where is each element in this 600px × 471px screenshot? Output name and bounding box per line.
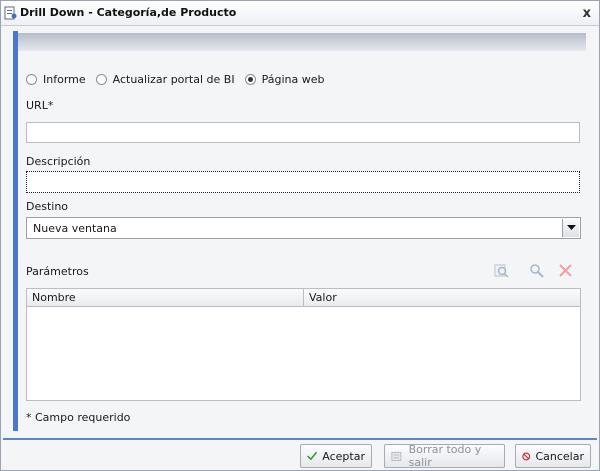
dropdown-arrow-icon[interactable] xyxy=(562,219,579,237)
document-icon xyxy=(4,6,17,20)
column-header-nombre[interactable]: Nombre xyxy=(32,291,76,304)
close-button[interactable]: x xyxy=(583,6,591,21)
radio-label: Informe xyxy=(43,73,86,86)
destination-value: Nueva ventana xyxy=(33,222,117,235)
column-divider xyxy=(303,289,304,306)
radio-informe[interactable]: Informe xyxy=(26,73,86,86)
url-input[interactable] xyxy=(26,122,580,143)
parameters-label: Parámetros xyxy=(26,265,89,278)
description-label: Descripción xyxy=(26,155,91,168)
footer-separator xyxy=(3,438,597,440)
description-input[interactable] xyxy=(26,171,580,193)
clear-and-exit-button[interactable]: Borrar todo y salir xyxy=(384,443,505,469)
radio-label: Actualizar portal de BI xyxy=(112,73,235,86)
radio-button[interactable] xyxy=(26,74,37,85)
required-note: * Campo requerido xyxy=(26,411,131,424)
table-header: Nombre Valor xyxy=(27,289,580,307)
eraser-icon xyxy=(391,451,402,461)
add-parameter-icon[interactable] xyxy=(493,262,509,278)
radio-label: Página web xyxy=(261,73,325,86)
radio-pagina-web[interactable]: Página web xyxy=(244,73,325,86)
check-icon xyxy=(307,451,318,461)
dialog-title: Drill Down - Categoría,de Producto xyxy=(20,6,237,19)
accept-button[interactable]: Aceptar xyxy=(300,444,372,468)
link-type-radio-group: Informe Actualizar portal de BI Página w… xyxy=(26,73,334,86)
delete-parameter-icon[interactable] xyxy=(557,262,573,278)
radio-button-selected[interactable] xyxy=(244,74,256,85)
accent-bar xyxy=(13,31,18,431)
cancel-button[interactable]: Cancelar xyxy=(515,444,591,468)
url-label: URL* xyxy=(26,99,54,112)
parameters-table: Nombre Valor xyxy=(26,288,581,401)
radio-button[interactable] xyxy=(95,74,107,85)
column-header-valor[interactable]: Valor xyxy=(309,291,337,304)
accept-label: Aceptar xyxy=(322,449,365,463)
radio-actualizar-portal[interactable]: Actualizar portal de BI xyxy=(95,73,235,86)
clear-and-exit-label: Borrar todo y salir xyxy=(408,443,482,469)
title-bar: Drill Down - Categoría,de Producto x xyxy=(1,1,599,26)
cancel-icon xyxy=(522,452,531,460)
edit-parameter-icon[interactable] xyxy=(528,262,544,278)
destination-label: Destino xyxy=(26,200,69,213)
dialog-window: Drill Down - Categoría,de Producto x Inf… xyxy=(0,0,600,471)
cancel-label: Cancelar xyxy=(535,449,584,463)
destination-select[interactable]: Nueva ventana xyxy=(26,217,581,239)
header-band xyxy=(18,33,586,51)
